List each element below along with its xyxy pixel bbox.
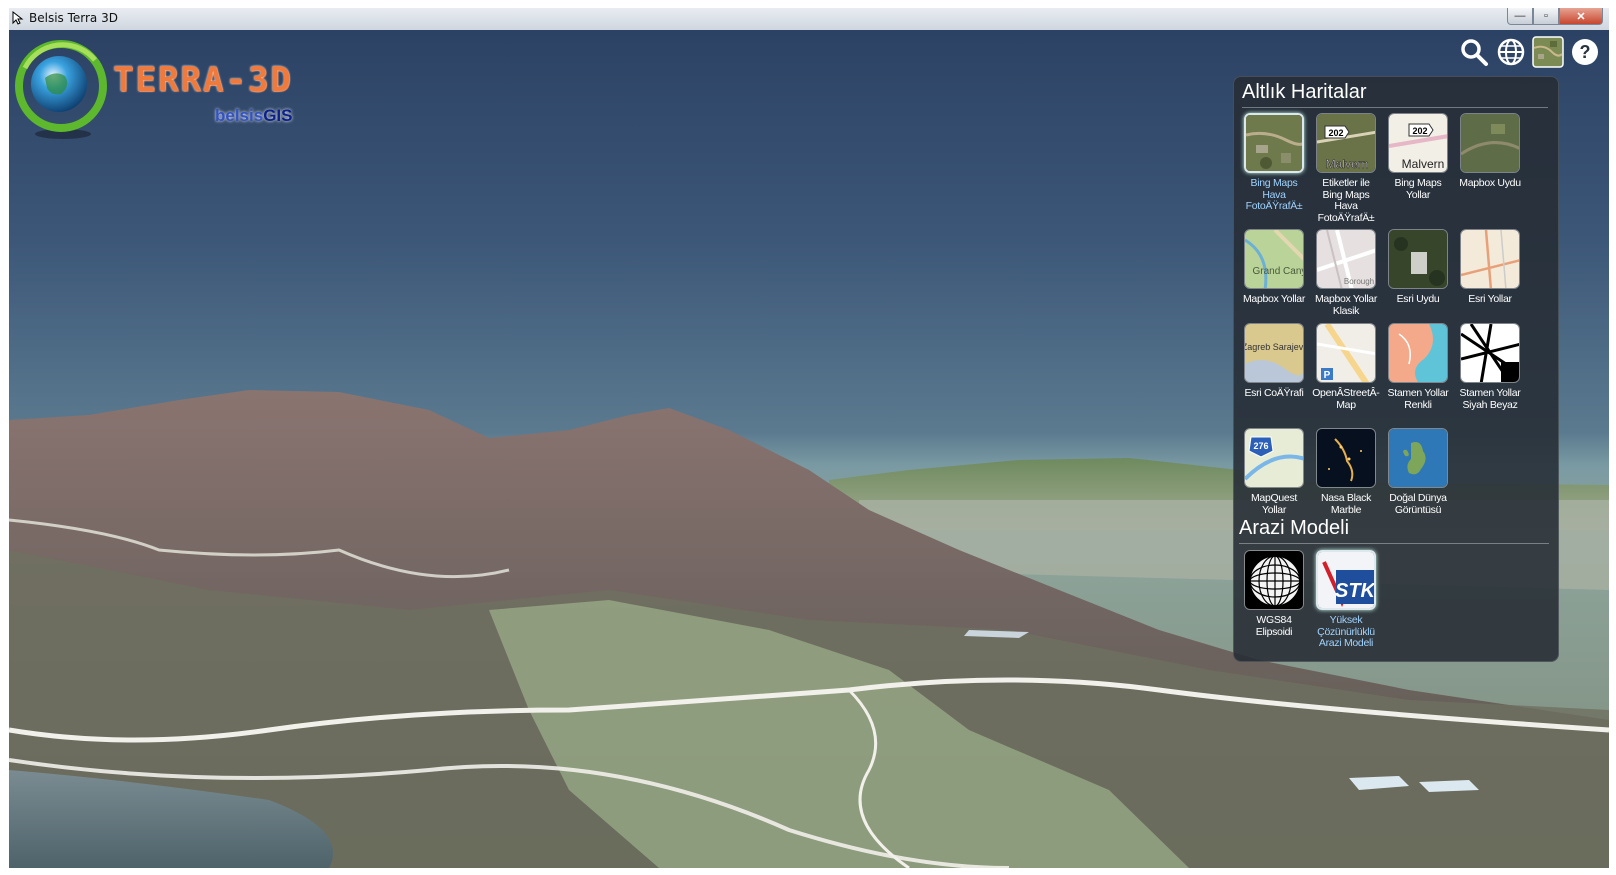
logo-title: TERRA-3D — [113, 60, 293, 100]
basemap-bing-roads[interactable]: 202 Malvern Bing Maps Yollar — [1384, 113, 1452, 201]
basemap-label: Stamen Yollar Siyah Beyaz — [1459, 387, 1521, 411]
basemap-label: Doğal Dünya Görüntüsü — [1389, 492, 1447, 516]
basemap-label: Esri Yollar — [1468, 293, 1512, 305]
stk-text: STK — [1335, 580, 1376, 602]
layers-panel: Altlık Haritalar Bing Maps Hava FotoÄŸra… — [1233, 76, 1559, 662]
thumb-natural-earth — [1388, 428, 1448, 488]
thumb-esri-geographic: Zagreb Sarajevo — [1244, 323, 1304, 383]
maximize-button[interactable]: ▫ — [1533, 8, 1559, 25]
basemap-mapbox-satellite[interactable]: Mapbox Uydu — [1456, 113, 1524, 190]
terrain-divider — [1239, 543, 1549, 544]
cursor-icon — [12, 11, 24, 25]
globe-logo-icon — [15, 40, 107, 139]
basemap-stamen-bw[interactable]: Stamen Yollar Siyah Beyaz — [1456, 323, 1524, 411]
logo-sub-suffix: GIS — [263, 106, 293, 125]
terrain-label: Yüksek Çözünürlüklü Arazi Modeli — [1317, 614, 1375, 649]
basemap-label: Nasa Black Marble — [1320, 492, 1372, 516]
thumb-esri-roads — [1460, 229, 1520, 289]
basemap-bing-aerial[interactable]: Bing Maps Hava FotoÄŸrafÄ± — [1240, 113, 1308, 213]
basemap-label: Bing Maps Hava FotoÄŸrafÄ± — [1245, 177, 1303, 212]
badge-202: 202 — [1412, 126, 1427, 136]
basemap-label: Mapbox Uydu — [1459, 177, 1521, 189]
basemap-label: Mapbox Yollar — [1242, 293, 1306, 305]
basemap-stamen-color[interactable]: Stamen Yollar Renkli — [1384, 323, 1452, 411]
malvern-text: Malvern — [1326, 157, 1369, 171]
thumb-mapquest-roads: 276 — [1244, 428, 1304, 488]
help-icon[interactable]: ? — [1569, 36, 1601, 68]
thumb-mapbox-classic: Borough — [1316, 229, 1376, 289]
basemap-label: Esri Uydu — [1396, 293, 1440, 305]
logo-subtitle: belsisGIS — [215, 106, 293, 126]
basemap-label: MapQuest Yollar — [1250, 492, 1298, 516]
thumb-high-resolution: STK — [1316, 550, 1376, 610]
thumb-openstreetmap: P — [1316, 323, 1376, 383]
window-controls: — ▫ ✕ — [1507, 8, 1603, 26]
thumb-mapbox-roads: Grand Canyon — [1244, 229, 1304, 289]
thumb-bing-aerial — [1244, 113, 1304, 173]
thumb-stamen-color — [1388, 323, 1448, 383]
basemaps-divider — [1242, 107, 1548, 108]
help-glyph: ? — [1580, 42, 1591, 62]
basemap-label: Etiketler ile Bing Maps Hava FotoÄŸrafÄ± — [1317, 177, 1375, 224]
basemaps-title: Altlık Haritalar — [1242, 81, 1367, 103]
malvern-text: Malvern — [1402, 157, 1445, 171]
basemap-mapbox-roads[interactable]: Grand Canyon Mapbox Yollar — [1240, 229, 1308, 306]
title-bar[interactable]: Belsis Terra 3D — ▫ ✕ — [9, 8, 1609, 31]
app-window: Belsis Terra 3D — ▫ ✕ TERRA-3D belsisGIS… — [9, 8, 1609, 868]
terrain-high-resolution[interactable]: STK Yüksek Çözünürlüklü Arazi Modeli — [1312, 550, 1380, 650]
borough-text: Borough — [1344, 277, 1374, 286]
badge-276: 276 — [1253, 441, 1268, 451]
stk-logo-icon: STK — [1318, 552, 1376, 608]
close-button[interactable]: ✕ — [1559, 8, 1603, 25]
top-toolbar: ? — [1458, 36, 1601, 68]
terrain-title: Arazi Modeli — [1239, 517, 1350, 539]
basemap-esri-roads[interactable]: Esri Yollar — [1456, 229, 1524, 306]
window-title: Belsis Terra 3D — [29, 11, 118, 25]
basemap-openstreetmap[interactable]: P OpenÂ­StreetÂ­Map — [1312, 323, 1380, 411]
basemap-label: Mapbox Yollar Klasik — [1314, 293, 1378, 317]
basemap-label: Bing Maps Yollar — [1394, 177, 1442, 201]
logo-sub-prefix: belsis — [215, 106, 264, 125]
basemap-mapbox-classic[interactable]: Borough Mapbox Yollar Klasik — [1312, 229, 1380, 317]
basemap-nasa-black-marble[interactable]: Nasa Black Marble — [1312, 428, 1380, 516]
thumb-mapbox-satellite — [1460, 113, 1520, 173]
badge-202: 202 — [1328, 128, 1343, 138]
thumb-wgs84 — [1244, 550, 1304, 610]
basemap-icon[interactable] — [1532, 36, 1564, 68]
basemap-natural-earth[interactable]: Doğal Dünya Görüntüsü — [1384, 428, 1452, 516]
terrain-label: WGS84 Elipsoidi — [1255, 614, 1293, 638]
basemap-label: Esri CoÄŸrafi — [1244, 387, 1304, 399]
thumb-nasa-black-marble — [1316, 428, 1376, 488]
thumb-bing-roads: 202 Malvern — [1388, 113, 1448, 173]
search-icon[interactable] — [1458, 36, 1490, 68]
zagreb-text: Zagreb Sarajevo — [1245, 342, 1304, 352]
terra-3d-logo: TERRA-3D belsisGIS — [15, 38, 305, 148]
svg-text:P: P — [1324, 370, 1331, 381]
basemap-bing-aerial-labels[interactable]: 202 Malvern Etiketler ile Bing Maps Hava … — [1312, 113, 1380, 224]
basemap-label: Stamen Yollar Renkli — [1387, 387, 1449, 411]
terrain-wgs84-ellipsoid[interactable]: WGS84 Elipsoidi — [1240, 550, 1308, 638]
thumb-bing-aerial-labels: 202 Malvern — [1316, 113, 1376, 173]
basemap-label: OpenÂ­StreetÂ­Map — [1312, 387, 1380, 411]
globe-icon[interactable] — [1495, 36, 1527, 68]
map-viewport-3d[interactable]: TERRA-3D belsisGIS ? Altlık Haritalar Bi… — [9, 30, 1609, 868]
thumb-esri-satellite — [1388, 229, 1448, 289]
wireframe-globe-icon — [1245, 551, 1303, 609]
grand-canyon-text: Grand Canyon — [1252, 266, 1304, 277]
basemap-mapquest-roads[interactable]: 276 MapQuest Yollar — [1240, 428, 1308, 516]
basemap-esri-satellite[interactable]: Esri Uydu — [1384, 229, 1452, 306]
thumb-stamen-bw — [1460, 323, 1520, 383]
minimize-button[interactable]: — — [1507, 8, 1533, 25]
basemap-esri-geographic[interactable]: Zagreb Sarajevo Esri CoÄŸrafi — [1240, 323, 1308, 400]
